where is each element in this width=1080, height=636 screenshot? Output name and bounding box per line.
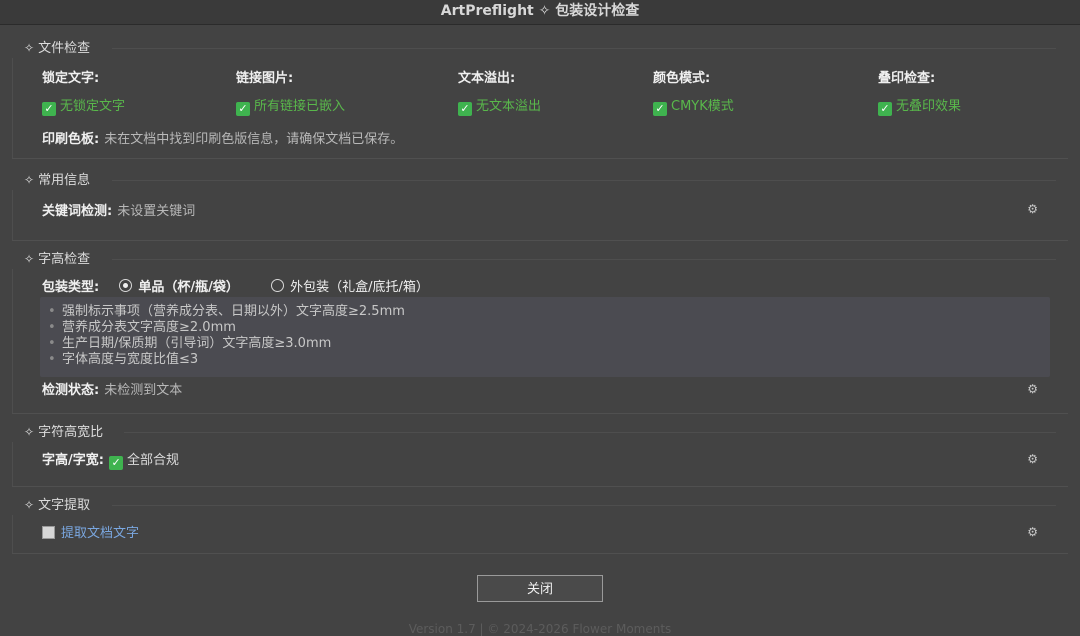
plate-value: 未在文档中找到印刷色版信息，请确保文档已保存。 xyxy=(104,132,404,147)
section-title: 字高检查 xyxy=(38,252,91,267)
char-ratio-row: 字高/字宽: ✓ 全部合规 xyxy=(42,449,179,470)
close-button[interactable]: 关闭 xyxy=(477,575,603,602)
text-extract-section: ✧ 文字提取 提取文档文字 ⚙ xyxy=(12,497,1068,554)
radio-label[interactable]: 外包装（礼盒/底托/箱） xyxy=(290,280,429,295)
color-mode-check: 颜色模式: ✓ CMYK模式 xyxy=(653,67,734,116)
text-height-section: ✧字高检查 包装类型: 单品（杯/瓶/袋） 外包装（礼盒/底托/箱） 强制标示事… xyxy=(12,251,1068,414)
section-title: 字符高宽比 xyxy=(38,425,104,440)
keyword-row: 关键词检测: 未设置关键词 xyxy=(42,200,195,219)
status-label: 检测状态: xyxy=(42,383,100,398)
common-info-section: ✧ 常用信息 关键词检测: 未设置关键词 ⚙ xyxy=(12,172,1068,241)
check-status: 所有链接已嵌入 xyxy=(254,99,346,114)
diamond-sparkle-icon: ✧ xyxy=(24,173,35,187)
diamond-sparkle-icon: ✧ xyxy=(24,252,35,266)
check-label: 叠印检查: xyxy=(878,71,936,86)
char-ratio-value: 全部合规 xyxy=(127,453,180,468)
section-title: 文件检查 xyxy=(38,41,91,56)
file-check-section: ✧ 文件检查 锁定文字: ✓ 无锁定文字 链接图片: ✓ 所有链接已嵌入 文本溢出: … xyxy=(12,40,1068,159)
gear-icon[interactable]: ⚙ xyxy=(1027,382,1038,396)
requirement-item: 强制标示事项（营养成分表、日期以外）文字高度≥2.5mm xyxy=(40,304,1050,320)
char-ratio-section: ✧ 字符高宽比 字高/字宽: ✓ 全部合规 ⚙ xyxy=(12,424,1068,487)
extract-checkbox[interactable] xyxy=(42,526,55,539)
keyword-value: 未设置关键词 xyxy=(117,204,196,219)
radio-unselected-icon[interactable] xyxy=(271,279,285,292)
diamond-sparkle-icon: ✧ xyxy=(24,425,35,439)
requirements-box: 强制标示事项（营养成分表、日期以外）文字高度≥2.5mm 营养成分表文字高度≥2… xyxy=(40,297,1050,377)
check-label: 文本溢出: xyxy=(458,71,516,86)
overprint-check: 叠印检查: ✓ 无叠印效果 xyxy=(878,67,961,116)
section-title: 文字提取 xyxy=(38,498,91,513)
diamond-sparkle-icon: ✧ xyxy=(24,41,35,55)
diamond-sparkle-icon: ✧ xyxy=(24,498,35,512)
status-value: 未检测到文本 xyxy=(104,383,183,398)
window-title: ArtPreflight ✧ 包装设计检查 xyxy=(0,0,1080,25)
requirement-item: 生产日期/保质期（引导词）文字高度≥3.0mm xyxy=(40,336,1050,352)
requirement-item: 字体高度与宽度比值≤3 xyxy=(40,352,1050,368)
plate-label: 印刷色板: xyxy=(42,132,100,147)
section-title: 常用信息 xyxy=(38,173,91,188)
gear-icon[interactable]: ⚙ xyxy=(1027,452,1038,466)
check-status: 无叠印效果 xyxy=(896,99,962,114)
gear-icon[interactable]: ⚙ xyxy=(1027,525,1038,539)
char-ratio-label: 字高/字宽: xyxy=(42,453,104,468)
radio-label[interactable]: 单品（杯/瓶/袋） xyxy=(138,280,239,295)
radio-single-item[interactable]: 单品（杯/瓶/袋） xyxy=(119,276,239,295)
radio-outer-package[interactable]: 外包装（礼盒/底托/箱） xyxy=(271,276,429,295)
requirement-item: 营养成分表文字高度≥2.0mm xyxy=(40,320,1050,336)
print-plate-row: 印刷色板: 未在文档中找到印刷色版信息，请确保文档已保存。 xyxy=(42,128,403,147)
footer-version: Version 1.7 | © 2024-2026 Flower Moments xyxy=(408,622,672,636)
check-status: 无锁定文字 xyxy=(60,99,126,114)
check-label: 颜色模式: xyxy=(653,71,711,86)
package-type-row: 包装类型: 单品（杯/瓶/袋） 外包装（礼盒/底托/箱） xyxy=(42,276,429,295)
green-check-icon: ✓ xyxy=(42,102,56,116)
check-label: 锁定文字: xyxy=(42,71,100,86)
lock-text-check: 锁定文字: ✓ 无锁定文字 xyxy=(42,67,125,116)
linked-images-check: 链接图片: ✓ 所有链接已嵌入 xyxy=(236,67,345,116)
green-check-icon: ✓ xyxy=(653,102,667,116)
check-status: CMYK模式 xyxy=(671,99,734,114)
green-check-icon: ✓ xyxy=(109,456,124,470)
keyword-label: 关键词检测: xyxy=(42,204,113,219)
check-status: 无文本溢出 xyxy=(476,99,542,114)
text-overflow-check: 文本溢出: ✓ 无文本溢出 xyxy=(458,67,541,116)
green-check-icon: ✓ xyxy=(458,102,472,116)
extract-text-link[interactable]: 提取文档文字 xyxy=(61,526,139,541)
package-type-label: 包装类型: xyxy=(42,280,100,295)
radio-selected-icon[interactable] xyxy=(119,279,133,292)
gear-icon[interactable]: ⚙ xyxy=(1027,202,1038,216)
check-label: 链接图片: xyxy=(236,71,294,86)
green-check-icon: ✓ xyxy=(878,102,892,116)
detection-status-row: 检测状态: 未检测到文本 xyxy=(42,379,182,398)
green-check-icon: ✓ xyxy=(236,102,250,116)
extract-text-row[interactable]: 提取文档文字 xyxy=(42,522,139,541)
